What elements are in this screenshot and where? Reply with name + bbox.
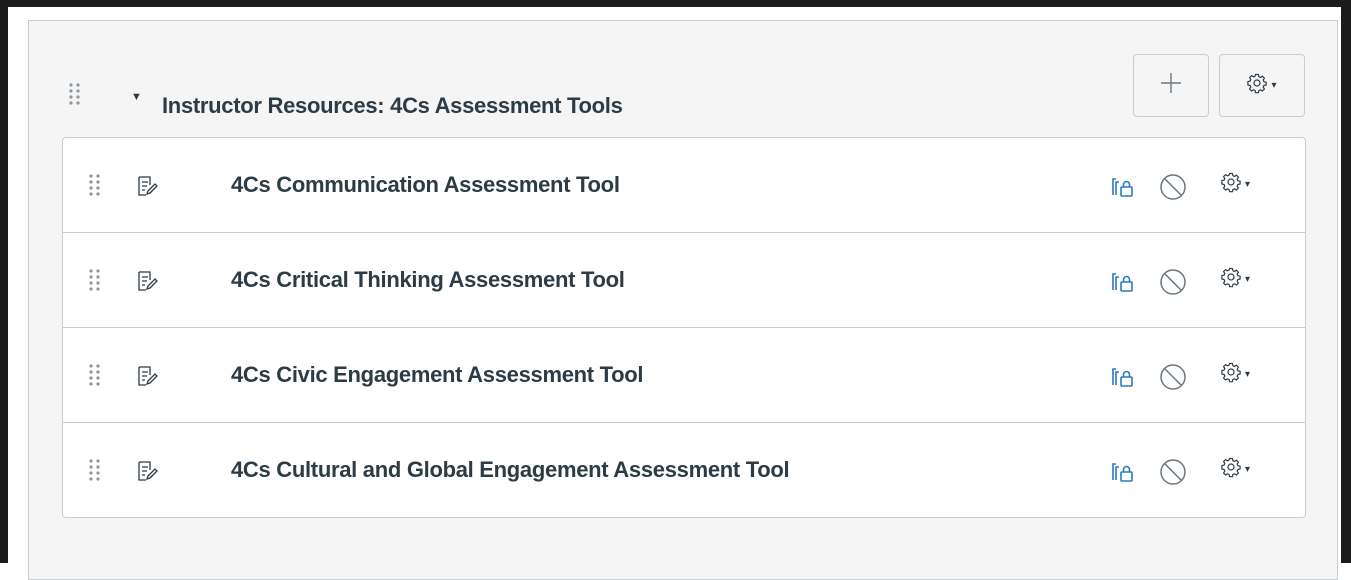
unpublished-icon[interactable] [1159,363,1187,396]
item-title-link[interactable]: 4Cs Cultural and Global Engagement Asses… [231,457,790,483]
drag-handle-icon[interactable] [89,174,101,196]
module-item: 4Cs Critical Thinking Assessment Tool ▾ [63,233,1305,328]
drag-handle-icon[interactable] [69,83,81,105]
item-settings-button[interactable]: ▾ [1221,267,1250,292]
gear-icon [1221,267,1241,292]
unpublished-icon[interactable] [1159,458,1187,491]
item-settings-button[interactable]: ▾ [1221,457,1250,482]
drag-handle-icon[interactable] [89,269,101,291]
module-item: 4Cs Communication Assessment Tool ▾ [63,138,1305,233]
blueprint-lock-icon[interactable] [1111,365,1135,394]
add-item-button[interactable] [1133,54,1209,117]
module-settings-button[interactable]: ▾ [1219,54,1305,117]
caret-down-icon: ▾ [1245,369,1251,380]
module-items-list: 4Cs Communication Assessment Tool ▾ 4Cs … [62,137,1306,518]
blueprint-lock-icon[interactable] [1111,270,1135,299]
unpublished-icon[interactable] [1159,173,1187,206]
gear-icon [1247,73,1268,98]
plus-icon [1160,72,1182,99]
drag-handle-icon[interactable] [89,459,101,481]
caret-down-icon[interactable]: ▼ [131,91,142,103]
blueprint-lock-icon[interactable] [1111,460,1135,489]
page-icon [136,175,158,202]
item-settings-button[interactable]: ▾ [1221,172,1250,197]
gear-icon [1221,457,1241,482]
caret-down-icon: ▾ [1271,80,1277,91]
caret-down-icon: ▾ [1245,179,1251,190]
drag-handle-icon[interactable] [89,364,101,386]
unpublished-icon[interactable] [1159,268,1187,301]
item-title-link[interactable]: 4Cs Communication Assessment Tool [231,172,620,198]
item-title-link[interactable]: 4Cs Critical Thinking Assessment Tool [231,267,625,293]
blueprint-lock-icon[interactable] [1111,175,1135,204]
caret-down-icon: ▾ [1245,274,1251,285]
gear-icon [1221,172,1241,197]
module-title[interactable]: Instructor Resources: 4Cs Assessment Too… [162,93,623,119]
item-settings-button[interactable]: ▾ [1221,362,1250,387]
module-item: 4Cs Cultural and Global Engagement Asses… [63,423,1305,517]
page-icon [136,365,158,392]
item-title-link[interactable]: 4Cs Civic Engagement Assessment Tool [231,362,644,388]
page-icon [136,460,158,487]
caret-down-icon: ▾ [1245,464,1251,475]
module-item: 4Cs Civic Engagement Assessment Tool ▾ [63,328,1305,423]
module-header: ▼ Instructor Resources: 4Cs Assessment T… [29,21,1337,139]
module-container: ▼ Instructor Resources: 4Cs Assessment T… [28,20,1338,580]
page-icon [136,270,158,297]
gear-icon [1221,362,1241,387]
